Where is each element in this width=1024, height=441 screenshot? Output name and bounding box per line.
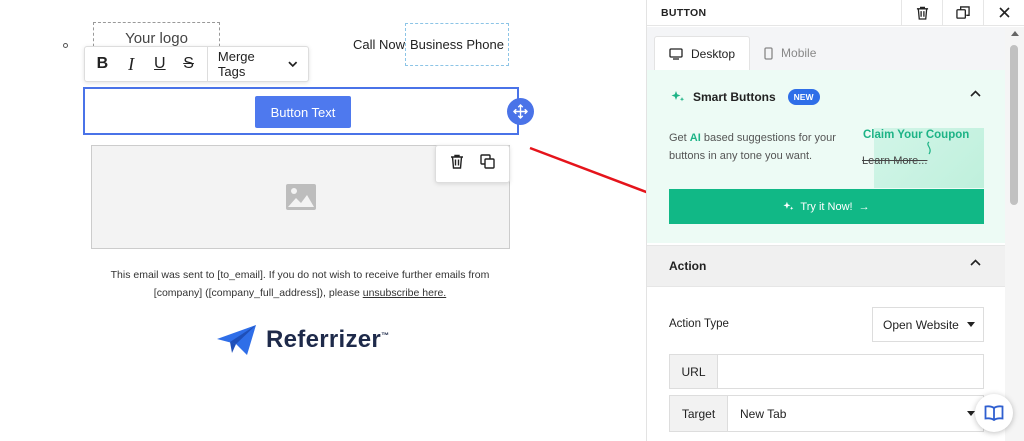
action-type-select[interactable]: Open Website bbox=[872, 307, 984, 342]
action-title: Action bbox=[669, 259, 707, 273]
caret-down-icon bbox=[967, 322, 975, 327]
close-icon[interactable] bbox=[983, 0, 1024, 26]
claim-coupon-link[interactable]: Claim Your Coupon bbox=[863, 129, 969, 141]
italic-button[interactable]: I bbox=[117, 47, 146, 81]
scroll-up-icon[interactable] bbox=[1011, 31, 1019, 36]
sparkle-icon bbox=[671, 91, 685, 102]
button-settings-panel: BUTTON Desktop Mobile Smart Buttons NEW … bbox=[646, 0, 1024, 441]
target-value: New Tab bbox=[740, 406, 787, 421]
tab-mobile[interactable]: Mobile bbox=[750, 36, 830, 70]
footer-disclaimer: This email was sent to [to_email]. If yo… bbox=[100, 266, 500, 302]
book-icon bbox=[984, 405, 1004, 421]
duplicate-block-icon[interactable] bbox=[480, 154, 495, 174]
email-canvas: Your logo Call Now Business Phone B I U … bbox=[0, 0, 686, 441]
sparkle-icon bbox=[783, 201, 794, 210]
try-it-now-button[interactable]: Try it Now! → bbox=[669, 189, 984, 224]
url-input[interactable] bbox=[718, 355, 983, 388]
bold-button[interactable]: B bbox=[88, 47, 117, 81]
chevron-down-icon bbox=[288, 61, 298, 67]
underline-button[interactable]: U bbox=[145, 47, 174, 81]
target-label: Target bbox=[670, 396, 728, 431]
block-actions-toolbar bbox=[435, 145, 510, 183]
try-it-now-label: Try it Now! bbox=[800, 200, 853, 213]
duplicate-icon[interactable] bbox=[942, 0, 983, 26]
desktop-icon bbox=[669, 47, 683, 60]
caret-down-icon bbox=[967, 411, 975, 416]
image-icon bbox=[285, 184, 316, 210]
smart-buttons-header[interactable]: Smart Buttons NEW bbox=[671, 89, 820, 105]
smart-buttons-title: Smart Buttons bbox=[693, 90, 776, 104]
paper-plane-icon bbox=[217, 325, 256, 355]
panel-scrollbar[interactable] bbox=[1005, 27, 1024, 441]
panel-header: BUTTON bbox=[647, 0, 1024, 26]
new-badge: NEW bbox=[787, 89, 820, 105]
url-label: URL bbox=[670, 355, 718, 388]
move-handle-icon[interactable] bbox=[507, 98, 534, 125]
mobile-icon bbox=[764, 46, 773, 60]
tab-desktop-label: Desktop bbox=[691, 46, 736, 61]
action-section-header[interactable]: Action bbox=[647, 245, 1005, 287]
merge-tags-label: Merge Tags bbox=[217, 49, 255, 79]
brand-name: Referrizer™ bbox=[266, 326, 390, 353]
target-select[interactable]: New Tab bbox=[728, 396, 983, 431]
business-phone-block[interactable]: Business Phone bbox=[405, 23, 509, 66]
chevron-up-icon[interactable] bbox=[970, 259, 981, 267]
text-format-toolbar: B I U S Merge Tags bbox=[84, 46, 309, 82]
learn-more-link[interactable]: Learn More... bbox=[862, 155, 927, 167]
chevron-up-icon[interactable] bbox=[970, 90, 981, 98]
coupon-promo: Claim Your Coupon Learn More... bbox=[860, 128, 984, 188]
panel-title: BUTTON bbox=[661, 6, 707, 19]
action-type-label: Action Type bbox=[669, 318, 729, 330]
help-book-button[interactable] bbox=[975, 394, 1013, 432]
selected-button-block[interactable]: Button Text bbox=[83, 87, 519, 135]
strikethrough-button[interactable]: S bbox=[174, 47, 203, 81]
arrow-right-icon: → bbox=[858, 200, 870, 213]
brand-logo: Referrizer™ bbox=[216, 323, 389, 357]
smart-buttons-section: Smart Buttons NEW Get AI based suggestio… bbox=[647, 70, 1005, 243]
list-bullet bbox=[63, 43, 68, 48]
action-type-value: Open Website bbox=[883, 317, 959, 332]
tab-mobile-label: Mobile bbox=[781, 46, 817, 60]
scroll-thumb[interactable] bbox=[1010, 45, 1018, 205]
url-field-group: URL bbox=[669, 354, 984, 389]
unsubscribe-link[interactable]: unsubscribe here. bbox=[363, 287, 446, 299]
target-field-group: Target New Tab bbox=[669, 395, 984, 432]
tab-desktop[interactable]: Desktop bbox=[654, 36, 751, 70]
email-button[interactable]: Button Text bbox=[255, 96, 351, 128]
smart-buttons-description: Get AI based suggestions for your button… bbox=[669, 132, 836, 162]
trash-icon[interactable] bbox=[901, 0, 942, 26]
merge-tags-dropdown[interactable]: Merge Tags bbox=[208, 47, 308, 81]
call-now-text[interactable]: Call Now bbox=[353, 37, 405, 52]
delete-block-icon[interactable] bbox=[450, 154, 464, 174]
device-tabs: Desktop Mobile bbox=[647, 27, 1005, 70]
